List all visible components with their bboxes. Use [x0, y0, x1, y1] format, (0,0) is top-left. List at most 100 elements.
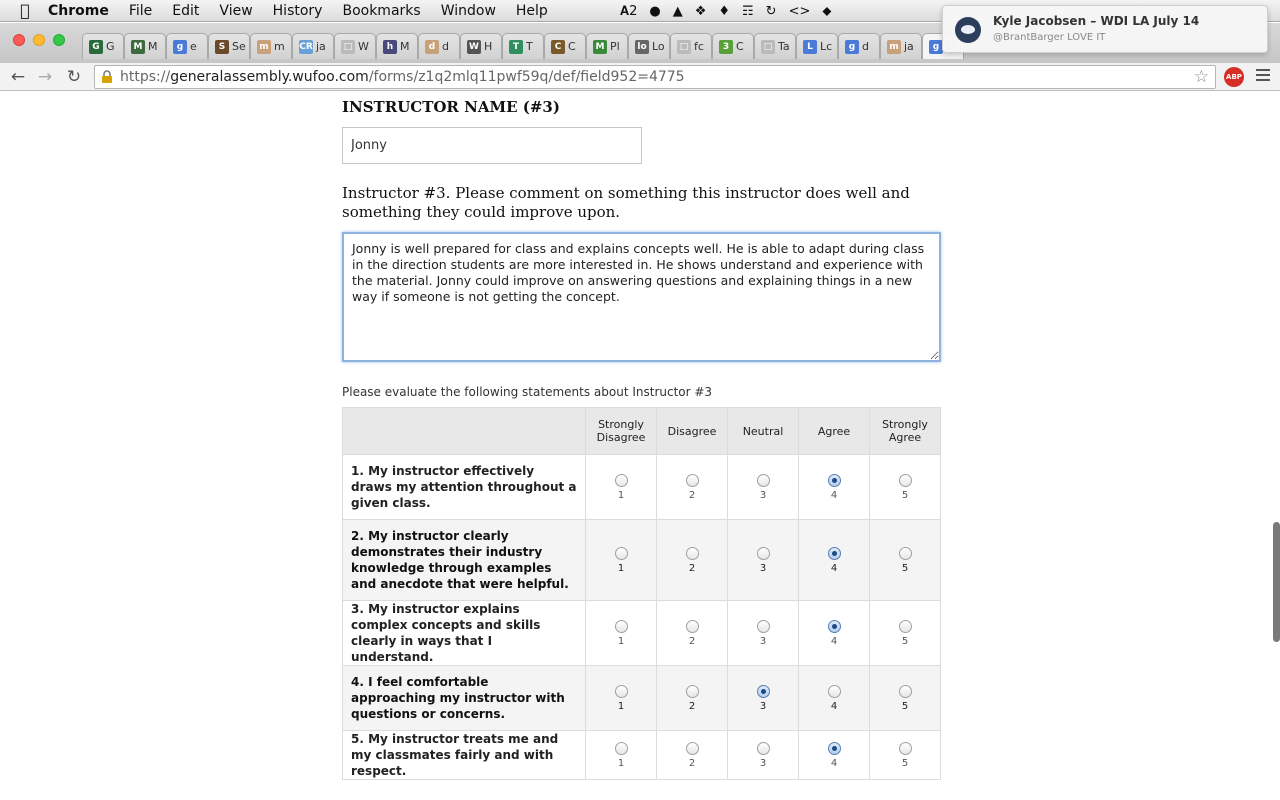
adblock-plus-icon[interactable]: ABP: [1224, 67, 1244, 87]
likert-option-cell[interactable]: 1: [585, 519, 657, 601]
likert-option-cell[interactable]: 4: [798, 600, 870, 666]
notification-bell-icon[interactable]: ♦: [718, 4, 730, 19]
browser-tab[interactable]: m ja: [880, 33, 922, 59]
likert-option-cell[interactable]: 5: [869, 730, 941, 780]
radio-unchecked[interactable]: [685, 619, 699, 633]
browser-tab[interactable]: 3C: [712, 33, 754, 59]
menu-edit[interactable]: Edit: [162, 3, 209, 19]
radio-checked[interactable]: [827, 473, 841, 487]
radio-checked[interactable]: [827, 619, 841, 633]
likert-option-cell[interactable]: 4: [798, 730, 870, 780]
browser-tab[interactable]: CR ja: [292, 33, 334, 59]
likert-option-cell[interactable]: 2: [656, 519, 728, 601]
comment-textarea[interactable]: Jonny is well prepared for class and exp…: [342, 232, 941, 362]
likert-option-cell[interactable]: 2: [656, 600, 728, 666]
radio-unchecked[interactable]: [898, 546, 912, 560]
browser-tab[interactable]: S Se: [208, 33, 250, 59]
likert-option-cell[interactable]: 2: [656, 454, 728, 520]
window-close-button[interactable]: [13, 34, 25, 46]
likert-option-cell[interactable]: 3: [727, 665, 799, 731]
dropbox-icon[interactable]: ❖: [695, 4, 707, 19]
radio-unchecked[interactable]: [756, 741, 770, 755]
browser-tab[interactable]: □ fc: [670, 33, 712, 59]
radio-unchecked[interactable]: [756, 619, 770, 633]
wifi-icon[interactable]: ☶: [742, 4, 754, 19]
browser-tab[interactable]: lo Lo: [628, 33, 670, 59]
address-bar[interactable]: https://generalassembly.wufoo.com/forms/…: [94, 65, 1216, 89]
forward-button[interactable]: →: [35, 66, 55, 88]
browser-tab[interactable]: dd: [418, 33, 460, 59]
likert-option-cell[interactable]: 5: [869, 665, 941, 731]
likert-option-cell[interactable]: 3: [727, 519, 799, 601]
window-minimize-button[interactable]: [33, 34, 45, 46]
menu-history[interactable]: History: [263, 3, 333, 19]
radio-checked[interactable]: [827, 546, 841, 560]
bluetooth-icon[interactable]: ⬥: [822, 4, 831, 19]
likert-option-cell[interactable]: 1: [585, 454, 657, 520]
radio-unchecked[interactable]: [685, 473, 699, 487]
radio-unchecked[interactable]: [685, 546, 699, 560]
radio-unchecked[interactable]: [614, 546, 628, 560]
code-icon[interactable]: <>: [789, 4, 811, 19]
chrome-menu-icon[interactable]: [1256, 69, 1270, 83]
radio-unchecked[interactable]: [898, 684, 912, 698]
likert-option-cell[interactable]: 3: [727, 600, 799, 666]
text-input-indicator-icon[interactable]: 𝐀2: [620, 4, 637, 19]
radio-unchecked[interactable]: [756, 473, 770, 487]
radio-unchecked[interactable]: [898, 619, 912, 633]
browser-tab[interactable]: CC: [544, 33, 586, 59]
radio-unchecked[interactable]: [898, 473, 912, 487]
notification-banner[interactable]: Kyle Jacobsen – WDI LA July 14 @BrantBar…: [942, 5, 1268, 53]
bookmark-star-icon[interactable]: ☆: [1194, 67, 1209, 87]
radio-unchecked[interactable]: [614, 619, 628, 633]
radio-checked[interactable]: [756, 684, 770, 698]
browser-tab[interactable]: GG: [82, 33, 124, 59]
likert-option-cell[interactable]: 4: [798, 454, 870, 520]
likert-option-cell[interactable]: 3: [727, 730, 799, 780]
back-button[interactable]: ←: [8, 66, 28, 88]
menu-app-chrome[interactable]: Chrome: [42, 3, 119, 19]
menu-bookmarks[interactable]: Bookmarks: [332, 3, 430, 19]
radio-unchecked[interactable]: [685, 684, 699, 698]
reload-button[interactable]: ↻: [64, 66, 84, 88]
menu-view[interactable]: View: [209, 3, 262, 19]
likert-option-cell[interactable]: 4: [798, 665, 870, 731]
menu-help[interactable]: Help: [506, 3, 558, 19]
browser-tab[interactable]: L Lc: [796, 33, 838, 59]
radio-unchecked[interactable]: [614, 684, 628, 698]
likert-option-cell[interactable]: 5: [869, 600, 941, 666]
browser-tab[interactable]: M Pl: [586, 33, 628, 59]
instructor-name-input[interactable]: [342, 127, 642, 164]
menu-file[interactable]: File: [119, 3, 162, 19]
browser-tab[interactable]: □ Ta: [754, 33, 796, 59]
likert-option-cell[interactable]: 3: [727, 454, 799, 520]
likert-option-cell[interactable]: 1: [585, 665, 657, 731]
radio-checked[interactable]: [827, 741, 841, 755]
likert-option-cell[interactable]: 4: [798, 519, 870, 601]
browser-tab[interactable]: MM: [124, 33, 166, 59]
time-machine-icon[interactable]: ↻: [766, 4, 777, 19]
address-url[interactable]: https://generalassembly.wufoo.com/forms/…: [120, 69, 685, 85]
radio-unchecked[interactable]: [685, 741, 699, 755]
apple-menu-icon[interactable]: : [8, 1, 42, 20]
browser-tab[interactable]: □ W: [334, 33, 376, 59]
likert-option-cell[interactable]: 5: [869, 519, 941, 601]
warning-lock-icon[interactable]: [100, 70, 114, 84]
hat-icon[interactable]: ●: [649, 4, 660, 19]
likert-option-cell[interactable]: 5: [869, 454, 941, 520]
browser-tab[interactable]: WH: [460, 33, 502, 59]
evernote-icon[interactable]: ▲: [673, 4, 683, 19]
likert-option-cell[interactable]: 1: [585, 600, 657, 666]
browser-tab[interactable]: gd: [838, 33, 880, 59]
radio-unchecked[interactable]: [614, 741, 628, 755]
window-zoom-button[interactable]: [53, 34, 65, 46]
radio-unchecked[interactable]: [827, 684, 841, 698]
page-scrollbar[interactable]: [1273, 522, 1280, 642]
browser-tab[interactable]: hM: [376, 33, 418, 59]
radio-unchecked[interactable]: [756, 546, 770, 560]
radio-unchecked[interactable]: [614, 473, 628, 487]
likert-option-cell[interactable]: 2: [656, 730, 728, 780]
likert-option-cell[interactable]: 1: [585, 730, 657, 780]
browser-tab[interactable]: mm: [250, 33, 292, 59]
radio-unchecked[interactable]: [898, 741, 912, 755]
